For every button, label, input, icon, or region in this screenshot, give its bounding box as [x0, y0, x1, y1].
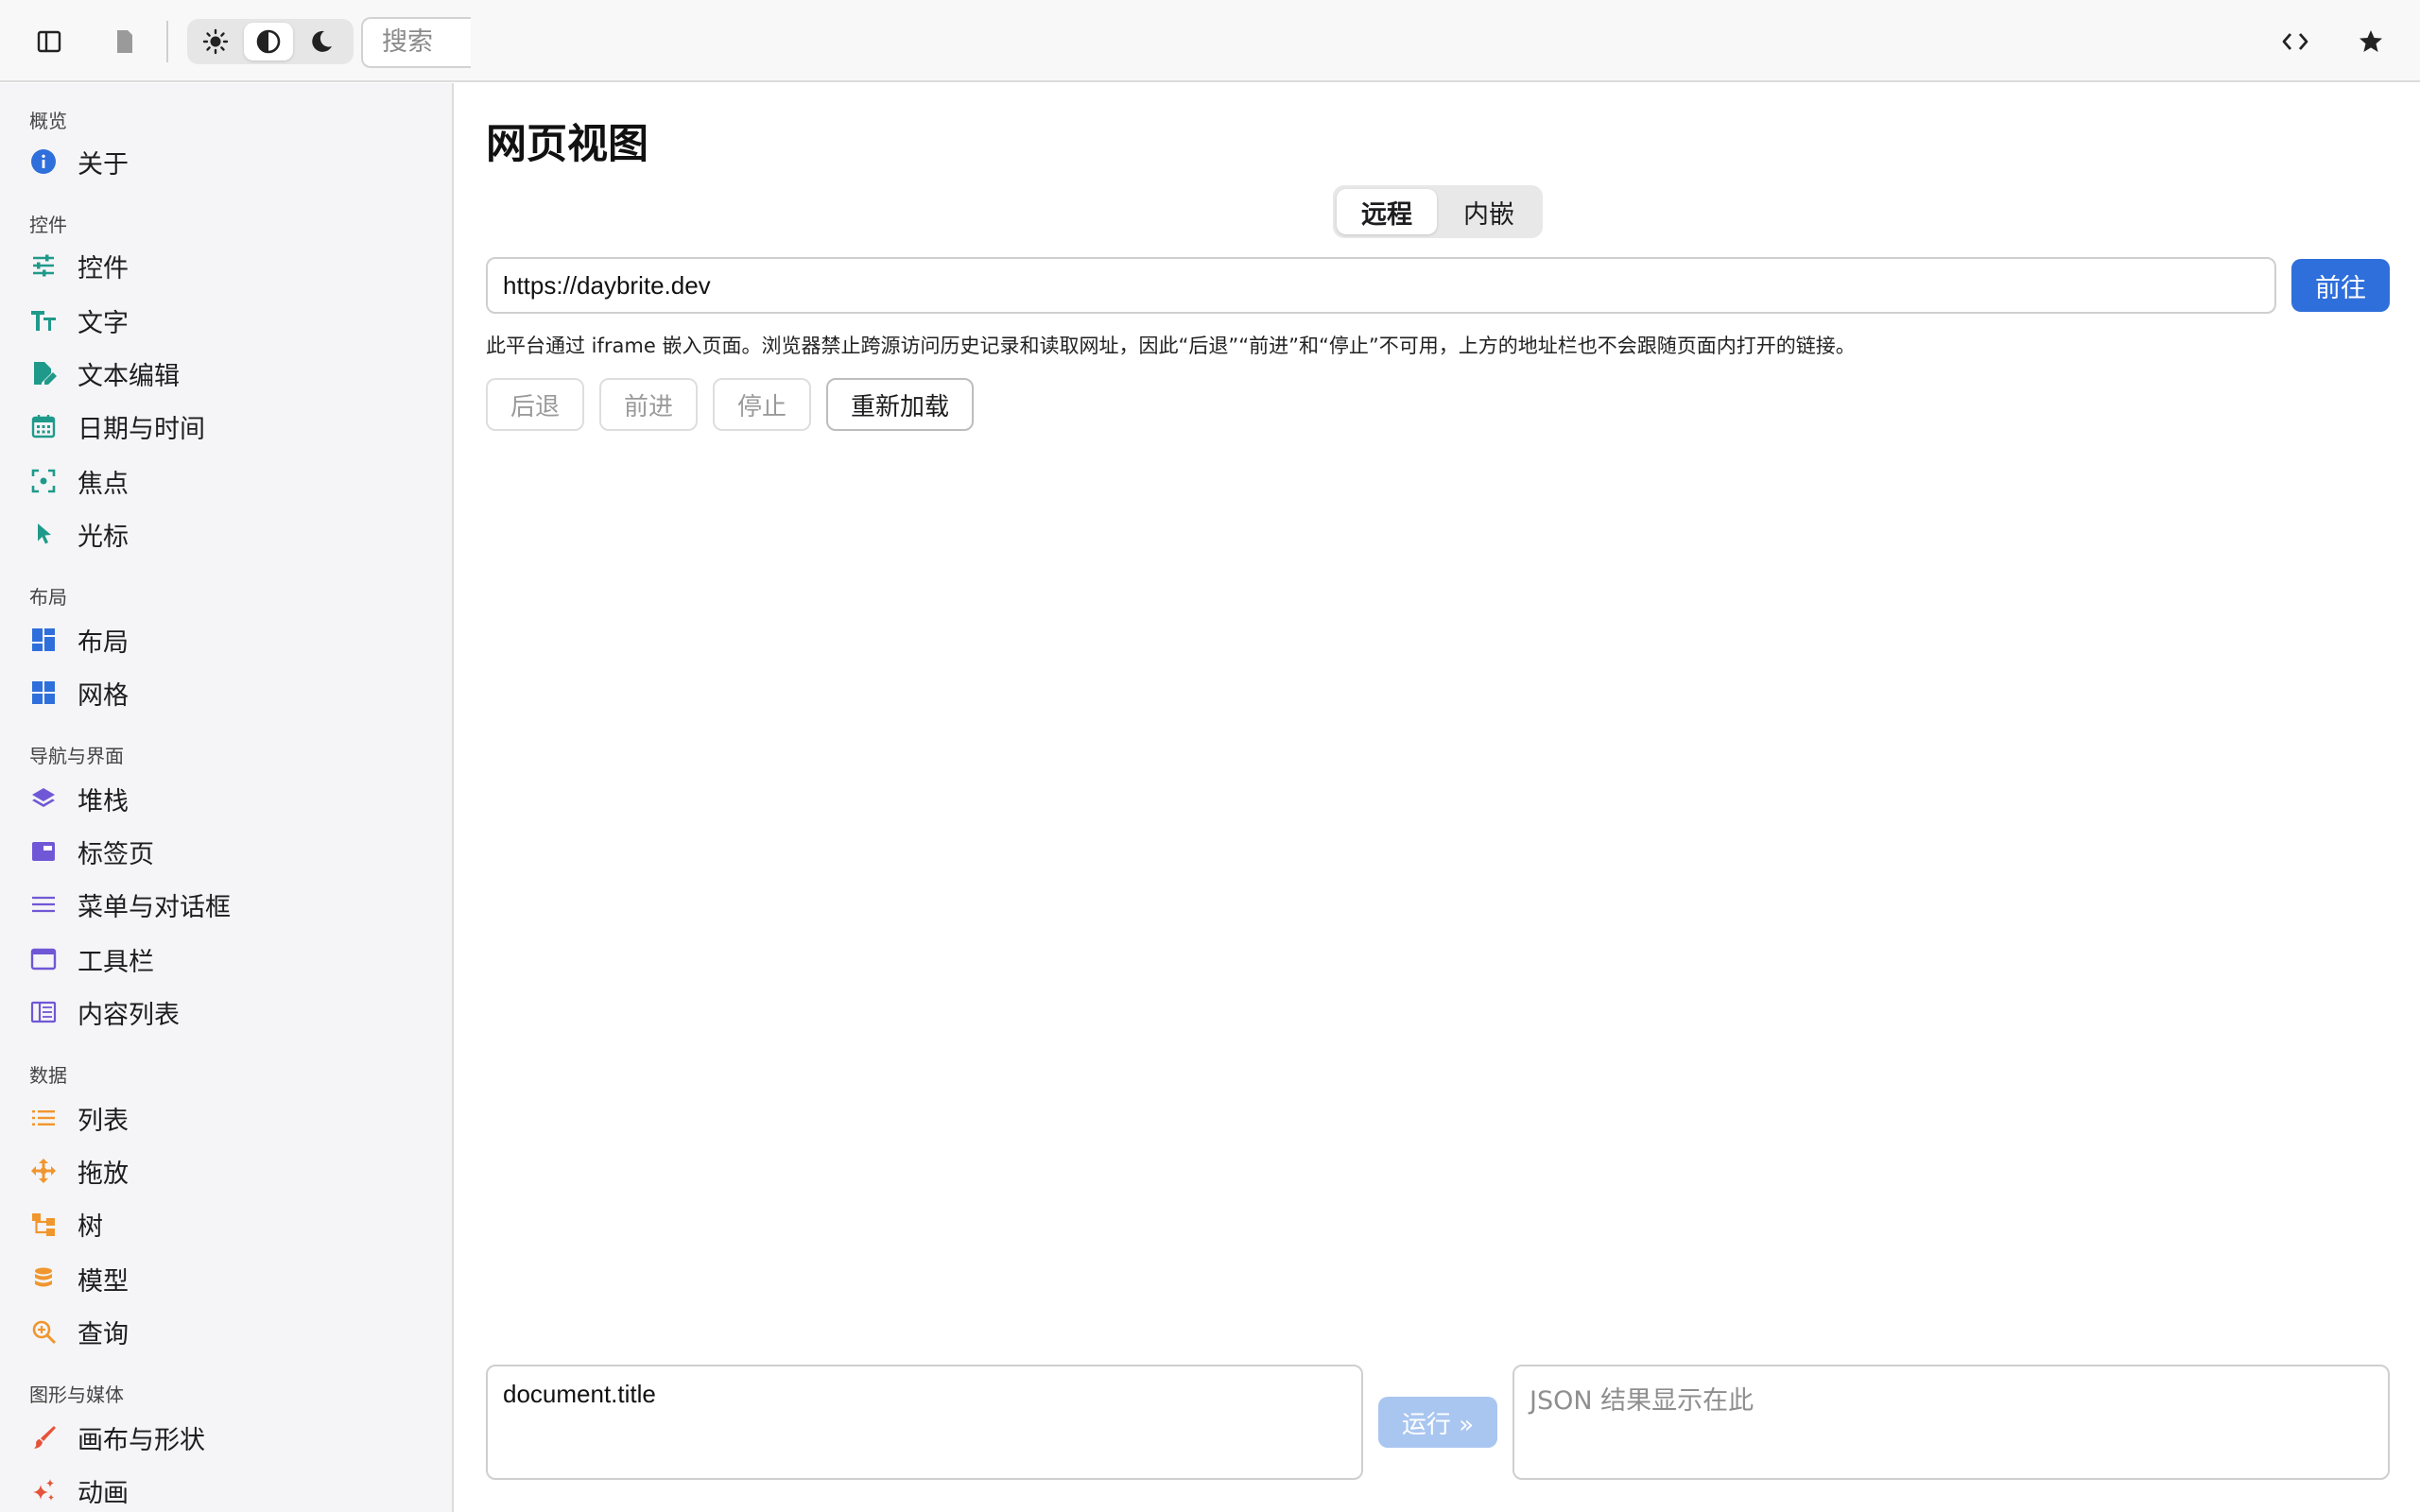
light-theme-icon[interactable] [191, 23, 240, 60]
menu-icon [28, 889, 59, 919]
sidebar-item-menus-dialogs[interactable]: 菜单与对话框 [28, 881, 425, 928]
json-result-output[interactable]: JSON 结果显示在此 [1512, 1365, 2390, 1480]
window-icon [28, 944, 59, 974]
search-input[interactable]: 搜索 [361, 17, 471, 68]
sidebar-item-label: 控件 [78, 253, 129, 284]
sidebar-item-content-list[interactable]: 内容列表 [28, 988, 425, 1036]
go-button[interactable]: 前往 [2291, 259, 2390, 312]
sparkle-icon [28, 1475, 59, 1505]
sidebar-item-label: 布局 [78, 627, 129, 658]
auto-theme-icon[interactable] [244, 23, 293, 60]
sidebar-item-label: 日期与时间 [78, 414, 205, 444]
url-input[interactable]: https://daybrite.dev [486, 257, 2276, 314]
brush-icon [28, 1422, 59, 1452]
sidebar-item-text[interactable]: 文字 [28, 297, 425, 344]
sidebar-item-label: 菜单与对话框 [78, 892, 231, 922]
database-icon [28, 1263, 59, 1294]
cursor-icon [28, 519, 59, 549]
sidebar-item-label: 关于 [78, 149, 129, 180]
sidebar-item-label: 查询 [78, 1319, 129, 1349]
focus-icon [28, 466, 59, 496]
move-icon [28, 1156, 59, 1186]
sidebar-item-toolbar[interactable]: 工具栏 [28, 936, 425, 983]
script-input[interactable]: document.title [486, 1365, 1363, 1480]
sidebar-item-label: 工具栏 [78, 947, 154, 977]
reload-button[interactable]: 重新加载 [826, 378, 974, 431]
forward-button[interactable]: 前进 [599, 378, 698, 431]
text-size-icon [28, 305, 59, 335]
sidebar-item-animation[interactable]: 动画 [28, 1467, 425, 1512]
section-title-data: 数据 [29, 1064, 67, 1087]
sidebar-item-datetime[interactable]: 日期与时间 [28, 403, 425, 450]
sidebar-item-query[interactable]: 查询 [28, 1308, 425, 1355]
sidebar-item-list[interactable]: 列表 [28, 1094, 425, 1142]
source-tabs: 远程 内嵌 [1333, 185, 1543, 238]
sidebar-item-grid[interactable]: 网格 [28, 669, 425, 716]
sidebar-item-text-edit[interactable]: 文本编辑 [28, 350, 425, 397]
tab-icon [28, 836, 59, 867]
sidebar-item-label: 标签页 [78, 839, 154, 869]
document-icon[interactable] [100, 17, 149, 66]
sidebar-item-label: 模型 [78, 1266, 129, 1297]
theme-switcher [187, 19, 354, 64]
section-title-layout: 布局 [29, 586, 67, 609]
sidebar-item-label: 树 [78, 1211, 103, 1242]
back-button[interactable]: 后退 [486, 378, 584, 431]
sidebar-item-stack[interactable]: 堆栈 [28, 775, 425, 822]
sidebar-item-label: 文字 [78, 308, 129, 338]
info-icon [28, 146, 59, 177]
sidebar-item-controls[interactable]: 控件 [28, 242, 425, 289]
code-icon[interactable] [2271, 17, 2320, 66]
sidebar-item-label: 画布与形状 [78, 1425, 205, 1455]
layers-icon [28, 783, 59, 814]
sidebar-item-tabs[interactable]: 标签页 [28, 828, 425, 875]
page-title: 网页视图 [486, 121, 648, 168]
grid-icon [28, 678, 59, 708]
sliders-icon [28, 250, 59, 281]
sidebar-item-tree[interactable]: 树 [28, 1200, 425, 1247]
sidebar-item-model[interactable]: 模型 [28, 1255, 425, 1302]
sidebar: 概览 关于 控件 控件 文字 文本编辑 日期与时间 焦点 光标 布局 布局 网格… [0, 83, 454, 1512]
top-toolbar: 搜索 [0, 0, 2420, 82]
sidebar-item-focus[interactable]: 焦点 [28, 457, 425, 505]
sidebar-item-label: 光标 [78, 522, 129, 552]
section-title-overview: 概览 [29, 110, 67, 132]
layout-icon [28, 625, 59, 655]
tab-embedded[interactable]: 内嵌 [1439, 189, 1539, 234]
run-button[interactable]: 运行 » [1378, 1397, 1497, 1448]
section-title-controls: 控件 [29, 214, 67, 236]
sidebar-item-label: 动画 [78, 1478, 129, 1508]
sidebar-item-label: 拖放 [78, 1159, 129, 1189]
iframe-notice: 此平台通过 iframe 嵌入页面。浏览器禁止跨源访问历史记录和读取网址，因此“… [486, 335, 1856, 357]
section-title-navigation: 导航与界面 [29, 745, 124, 767]
edit-document-icon [28, 358, 59, 388]
sidebar-item-canvas-shapes[interactable]: 画布与形状 [28, 1414, 425, 1461]
sidebar-item-label: 堆栈 [78, 786, 129, 816]
sidebar-item-label: 列表 [78, 1106, 129, 1136]
sidebar-item-about[interactable]: 关于 [28, 138, 425, 185]
sidebar-toggle-icon[interactable] [25, 17, 74, 66]
tree-icon [28, 1209, 59, 1239]
dark-theme-icon[interactable] [297, 23, 346, 60]
sidebar-item-label: 文本编辑 [78, 361, 180, 391]
search-zoom-icon [28, 1316, 59, 1347]
toolbar-divider [166, 21, 168, 62]
section-title-graphics: 图形与媒体 [29, 1383, 124, 1406]
sidebar-item-cursor[interactable]: 光标 [28, 510, 425, 558]
stop-button[interactable]: 停止 [713, 378, 811, 431]
sidebar-item-label: 焦点 [78, 469, 129, 499]
calendar-icon [28, 411, 59, 441]
sidebar-item-label: 内容列表 [78, 1000, 180, 1030]
list-icon [28, 1103, 59, 1133]
star-icon[interactable] [2346, 17, 2395, 66]
sidebar-item-drag-drop[interactable]: 拖放 [28, 1147, 425, 1194]
columns-icon [28, 997, 59, 1027]
sidebar-item-label: 网格 [78, 680, 129, 711]
sidebar-item-layout[interactable]: 布局 [28, 616, 425, 663]
tab-remote[interactable]: 远程 [1337, 189, 1437, 234]
